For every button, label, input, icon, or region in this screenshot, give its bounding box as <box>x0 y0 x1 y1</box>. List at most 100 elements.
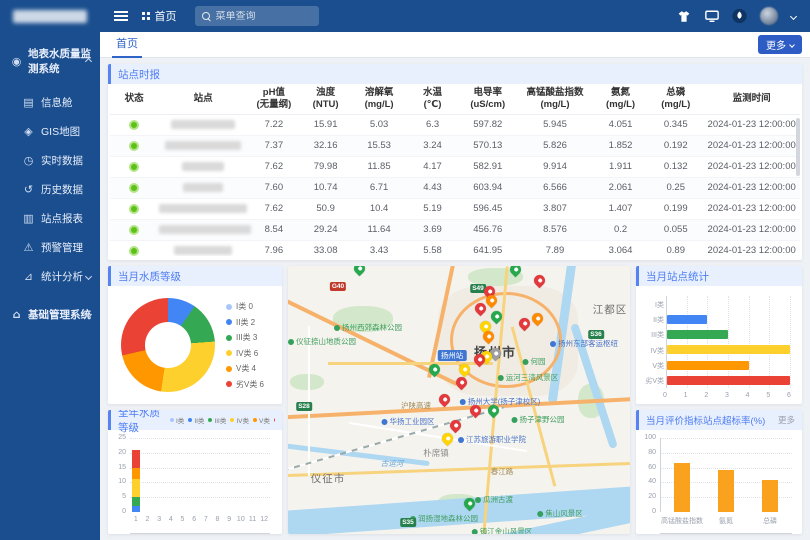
status-cell <box>110 198 158 219</box>
sidebar-item-实时数据[interactable]: ◷实时数据 <box>0 146 100 175</box>
road-shield: S35 <box>400 518 416 527</box>
main-area: 首页 更多 站点时报 状态站点pH值(无量纲)浊度(NTU)溶解氧(mg/L)水… <box>100 32 810 540</box>
value-cell: 10.74 <box>300 177 352 198</box>
map-pin-green[interactable] <box>352 266 368 276</box>
value-cell: 7.89 <box>517 240 593 256</box>
y-tick-label: 20 <box>110 449 126 456</box>
app-logo <box>0 0 100 32</box>
sidebar-menu-water-system[interactable]: ◉ 地表水质量监测系统 <box>0 32 100 88</box>
station-name-redacted <box>171 120 235 129</box>
y-category-label: V类 <box>638 361 664 371</box>
search-input[interactable] <box>216 11 306 22</box>
y-tick-label: 20 <box>638 493 656 500</box>
value-cell: 15.53 <box>351 135 406 156</box>
layout-screen-icon[interactable] <box>704 9 719 24</box>
notification-flame-icon[interactable] <box>732 9 747 24</box>
y-tick-label: 5 <box>110 493 126 500</box>
table-row[interactable]: 7.2215.915.036.3597.825.9454.0510.345202… <box>110 114 800 135</box>
map-pin-red[interactable] <box>437 392 453 408</box>
legend-label: IV类 <box>236 415 249 425</box>
x-tick-label: 5 <box>179 516 187 523</box>
monthly-grade-donut-chart: I类 0II类 2III类 3IV类 6V类 4劣V类 6 <box>108 286 282 404</box>
sidebar-item-统计分析[interactable]: ⊿统计分析 <box>0 262 100 291</box>
value-cell: 1.852 <box>593 135 648 156</box>
map-road <box>308 326 310 476</box>
sidebar-item-历史数据[interactable]: ↺历史数据 <box>0 175 100 204</box>
road-shield: S36 <box>588 330 604 339</box>
table-scrollbar[interactable] <box>796 118 800 176</box>
station-map[interactable]: 扬州市江都区仪征市扬州西郊森林公园仪征捺山地质公园何园运河三湾风景区扬州大学(扬… <box>288 266 630 534</box>
hbar-III类 <box>667 330 728 339</box>
col-header-unit: (无量纲) <box>249 99 299 111</box>
legend-label: I类 <box>176 415 184 425</box>
panel-more-link[interactable]: 更多 <box>778 414 795 426</box>
y-tick-label: 25 <box>110 434 126 441</box>
exceed-rate-panel: 当月评价指标站点超标率(%) 更多 020406080100高锰酸盐指数氨氮总磷 <box>636 410 802 534</box>
table-row[interactable]: 7.6250.910.45.19596.453.8071.4070.199202… <box>110 198 800 219</box>
col-header-氨氮: 氨氮(mg/L) <box>593 84 648 114</box>
gridline <box>130 468 270 469</box>
col-header-name: 电导率 <box>459 87 516 99</box>
more-button[interactable]: 更多 <box>758 35 802 54</box>
user-avatar[interactable] <box>760 7 778 25</box>
nav-home-link[interactable]: 首页 <box>142 8 177 24</box>
table-row[interactable]: 7.6010.746.714.43603.946.5662.0610.25202… <box>110 177 800 198</box>
table-row[interactable]: 7.6279.9811.854.17582.919.9141.9110.1322… <box>110 156 800 177</box>
stack-segment-V类 <box>132 468 140 480</box>
map-park-area <box>290 374 324 390</box>
tab-home[interactable]: 首页 <box>112 32 142 58</box>
gridline <box>728 296 729 388</box>
x-tick-label: 4 <box>746 392 750 399</box>
app-root: 首页 ◉ 地表水质量监测系统 ▤信息舱◈GIS地图◷实时数据↺历史数据 <box>0 0 810 540</box>
col-header-pH值: pH值(无量纲) <box>248 84 300 114</box>
y-category-label: III类 <box>638 330 664 340</box>
col-header-unit: (mg/L) <box>649 99 702 111</box>
col-header-unit: (NTU) <box>301 99 351 111</box>
col-header-name: 浊度 <box>301 87 351 99</box>
value-cell: 0.25 <box>648 177 703 198</box>
map-pin-yellow[interactable] <box>440 431 456 447</box>
value-cell: 0.132 <box>648 156 703 177</box>
table-row[interactable]: 7.9633.083.435.58641.957.893.0640.892024… <box>110 240 800 256</box>
panel-header: 站点时报 <box>108 64 802 84</box>
station-name-redacted <box>182 162 224 171</box>
col-header-unit: (℃) <box>408 99 458 111</box>
value-cell: 5.03 <box>351 114 406 135</box>
vbar-总磷 <box>762 480 778 512</box>
hbar-II类 <box>667 315 707 324</box>
station-name-cell <box>158 198 248 219</box>
sidebar-item-站点报表[interactable]: ▥站点报表 <box>0 204 100 233</box>
gridline <box>790 296 791 388</box>
legend-label: III类 3 <box>236 332 257 343</box>
sidebar-item-label: 统计分析 <box>41 269 83 284</box>
theme-skin-icon[interactable] <box>676 9 691 24</box>
home-grid-icon <box>142 12 150 20</box>
road-shield: S28 <box>296 402 312 411</box>
water-system-icon: ◉ <box>10 55 23 68</box>
menu-search[interactable] <box>195 6 319 26</box>
sidebar-item-GIS地图[interactable]: ◈GIS地图 <box>0 117 100 146</box>
menu-toggle-icon[interactable] <box>114 11 128 21</box>
more-button-label: 更多 <box>766 37 786 52</box>
gridline <box>660 438 792 439</box>
sidebar-item-预警管理[interactable]: ⚠预警管理 <box>0 233 100 262</box>
exceed-rate-bar-chart: 020406080100高锰酸盐指数氨氮总磷 <box>636 430 802 534</box>
station-name-cell <box>158 135 248 156</box>
time-cell: 2024-01-23 12:00:00 <box>703 219 800 240</box>
legend-dot <box>226 304 232 310</box>
legend-item: IV类 <box>230 415 249 425</box>
panel-title: 当月评价指标站点超标率(%) <box>646 413 765 427</box>
table-row[interactable]: 7.3732.1615.533.24570.135.8261.8520.1922… <box>110 135 800 156</box>
table-row[interactable]: 8.5429.2411.643.69456.768.5760.20.055202… <box>110 219 800 240</box>
sidebar-menu-base-system[interactable]: ⌂ 基础管理系统 <box>0 291 100 334</box>
col-header-电导率: 电导率(uS/cm) <box>458 84 517 114</box>
legend-label: III类 <box>214 415 226 425</box>
value-cell: 8.576 <box>517 219 593 240</box>
sidebar-item-信息舱[interactable]: ▤信息舱 <box>0 88 100 117</box>
col-header-监测时间: 监测时间 <box>703 84 800 114</box>
y-category-label: 劣V类 <box>638 376 664 386</box>
stack-segment-II类 <box>132 506 140 512</box>
panel-title: 当月水质等级 <box>118 269 181 284</box>
x-tick-label: 2 <box>144 516 152 523</box>
user-menu-chevron-icon[interactable] <box>790 12 797 19</box>
